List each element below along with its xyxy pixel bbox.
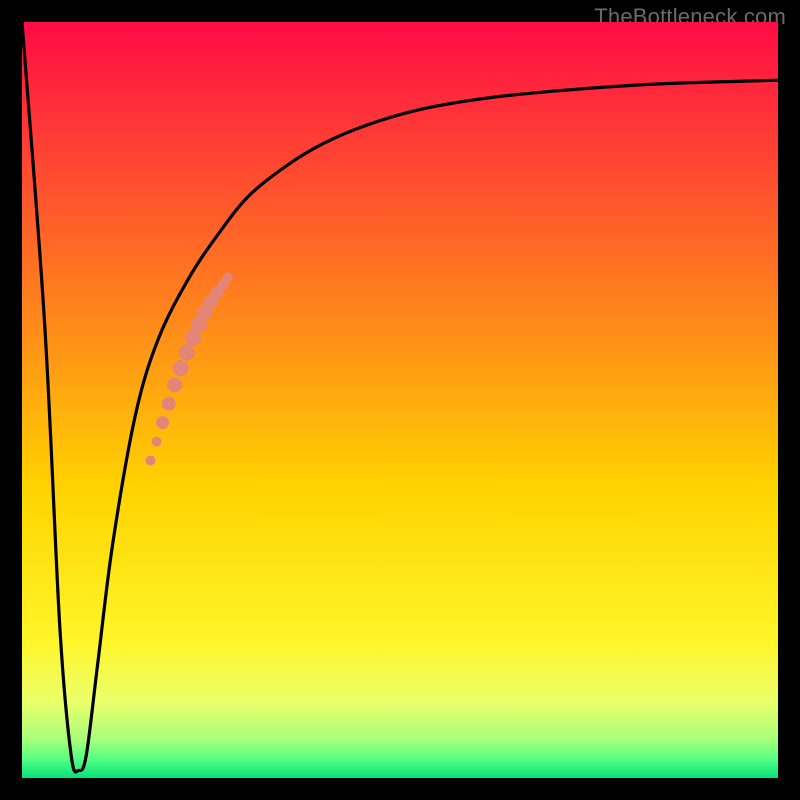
chart-frame: TheBottleneck.com	[0, 0, 800, 800]
marker-point	[162, 397, 176, 411]
plot-area	[22, 22, 778, 778]
marker-point	[185, 330, 201, 346]
marker-point	[152, 437, 162, 447]
gradient-background	[22, 22, 778, 778]
marker-point	[179, 344, 195, 360]
marker-point	[223, 273, 233, 283]
marker-point	[167, 377, 182, 392]
marker-point	[156, 416, 169, 429]
bottleneck-chart	[22, 22, 778, 778]
marker-point	[146, 455, 156, 465]
marker-point	[173, 360, 189, 376]
